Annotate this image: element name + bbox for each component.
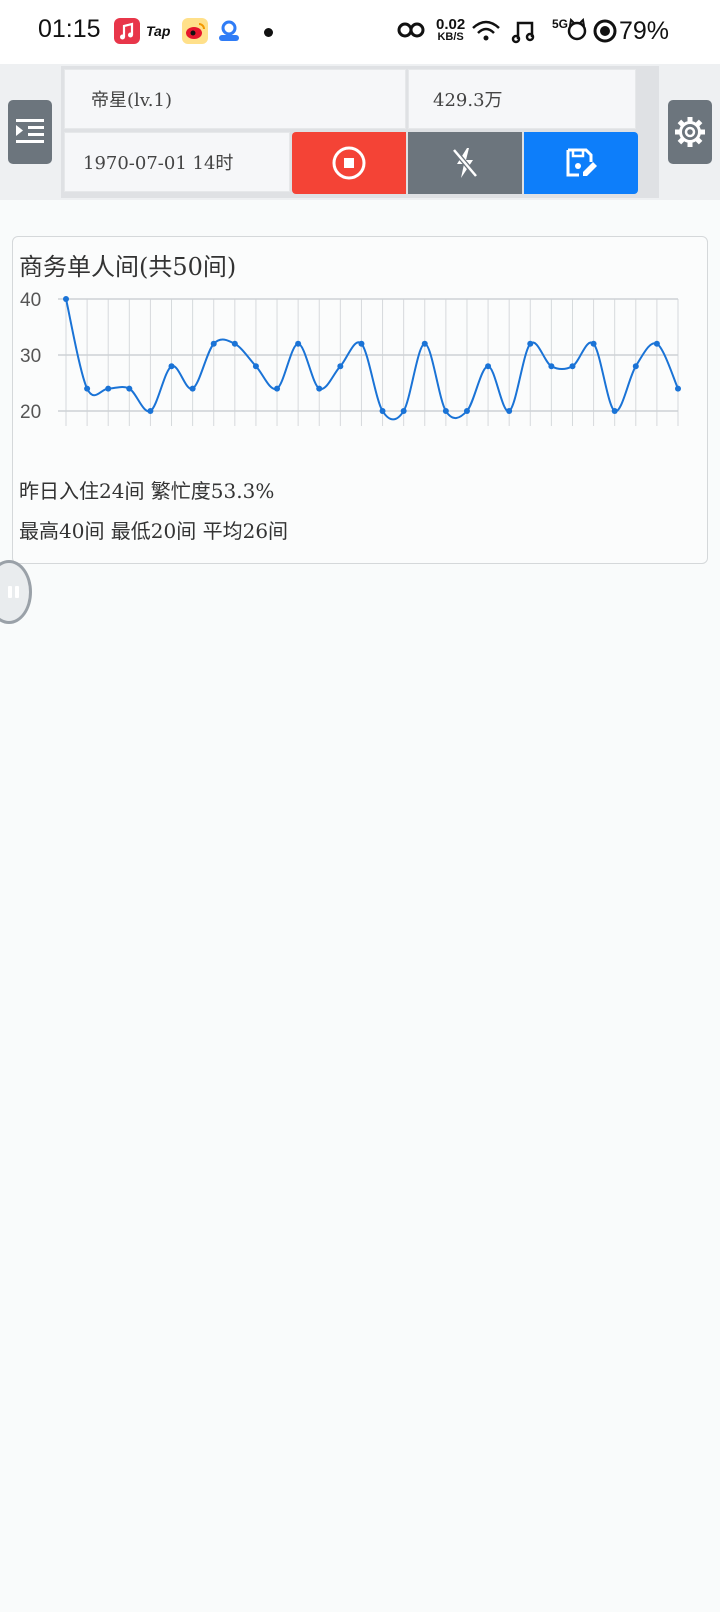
indent-list-icon xyxy=(16,119,44,143)
occupancy-data-point xyxy=(548,363,555,370)
occupancy-stat-summary: 最高40间 最低20间 平均26间 xyxy=(19,519,289,543)
pause-icon xyxy=(8,586,19,598)
y-tick-label: 30 xyxy=(20,346,41,367)
room-card: 商务单人间(共50间) 20 30 40 昨日入住24间 繁忙度53.3% 最高40… xyxy=(12,236,708,564)
player-level-label: 帝星(lv.1) xyxy=(91,90,173,111)
occupancy-series-line xyxy=(65,298,679,421)
floating-pause-button[interactable] xyxy=(0,560,32,624)
occupancy-data-point xyxy=(316,385,323,392)
game-datetime: 1970-07-01 14时 xyxy=(64,132,290,192)
occupancy-chart: 20 30 40 xyxy=(20,290,681,426)
menu-button[interactable] xyxy=(8,100,52,164)
y-tick-label: 40 xyxy=(20,290,41,311)
occupancy-data-point xyxy=(231,340,238,347)
occupancy-data-point xyxy=(632,363,639,370)
occupancy-data-point xyxy=(189,385,196,392)
gear-icon xyxy=(675,117,705,147)
occupancy-data-point xyxy=(168,363,175,370)
tiktok-music-icon xyxy=(510,18,538,49)
occupancy-data-point xyxy=(400,408,407,414)
flash-off-icon xyxy=(452,148,478,178)
save-edit-icon xyxy=(566,148,597,177)
toolbar-panel: 帝星(lv.1) 429.3万 1970-07-01 14时 xyxy=(61,66,659,198)
wifi-icon xyxy=(470,18,502,49)
occupancy-data-point xyxy=(295,340,302,347)
player-level: 帝星(lv.1) xyxy=(64,69,406,129)
occupancy-data-point xyxy=(590,340,597,347)
status-time: 01:15 xyxy=(38,15,101,43)
occupancy-data-point xyxy=(126,385,133,392)
money-display: 429.3万 xyxy=(408,69,636,129)
network-speed: 0.02 KB/S xyxy=(436,16,466,44)
occupancy-data-point xyxy=(569,363,576,370)
occupancy-data-point xyxy=(147,408,154,414)
occupancy-data-point xyxy=(527,340,534,347)
settings-button[interactable] xyxy=(668,100,712,164)
game-datetime-label: 1970-07-01 14时 xyxy=(83,153,234,174)
more-notifications-dot xyxy=(264,28,273,37)
occupancy-data-point xyxy=(337,363,344,370)
occupancy-data-point xyxy=(485,363,492,370)
occupancy-data-point xyxy=(63,296,69,302)
cat-icon xyxy=(566,17,588,47)
occupancy-data-point xyxy=(675,385,681,392)
taptap-app-icon: Tap xyxy=(146,23,171,39)
link-icon xyxy=(396,18,426,47)
occupancy-data-point xyxy=(506,408,513,414)
occupancy-data-point xyxy=(653,340,660,347)
occupancy-data-point xyxy=(84,385,91,392)
status-bar: 01:15 Tap 0.02 KB/S 5G 79% xyxy=(0,0,720,64)
occupancy-data-point xyxy=(463,408,470,414)
save-button[interactable] xyxy=(524,132,638,194)
occupancy-data-point xyxy=(358,340,365,347)
occupancy-data-point xyxy=(611,408,618,414)
occupancy-data-point xyxy=(252,363,259,370)
occupancy-data-point xyxy=(379,408,386,414)
occupancy-data-point xyxy=(210,340,217,347)
battery-percent: 79% xyxy=(619,17,670,45)
money-label: 429.3万 xyxy=(433,90,503,111)
stop-button[interactable] xyxy=(292,132,406,194)
toolbar: 帝星(lv.1) 429.3万 1970-07-01 14时 xyxy=(0,64,720,200)
occupancy-stat-yesterday: 昨日入住24间 繁忙度53.3% xyxy=(19,479,275,503)
occupancy-data-point xyxy=(274,385,281,392)
stop-circle-icon xyxy=(332,146,366,180)
y-tick-label: 20 xyxy=(20,402,41,423)
music-app-icon xyxy=(114,18,140,44)
weibo-app-icon xyxy=(182,18,208,44)
battery-ring-icon xyxy=(592,18,618,49)
occupancy-data-point xyxy=(421,340,428,347)
network-speed-value: 0.02 xyxy=(436,16,466,33)
network-speed-unit: KB/S xyxy=(437,31,464,43)
occupancy-data-point xyxy=(105,385,112,392)
flash-off-button[interactable] xyxy=(408,132,522,194)
baidu-netdisk-app-icon xyxy=(216,18,242,44)
occupancy-data-point xyxy=(442,408,449,414)
